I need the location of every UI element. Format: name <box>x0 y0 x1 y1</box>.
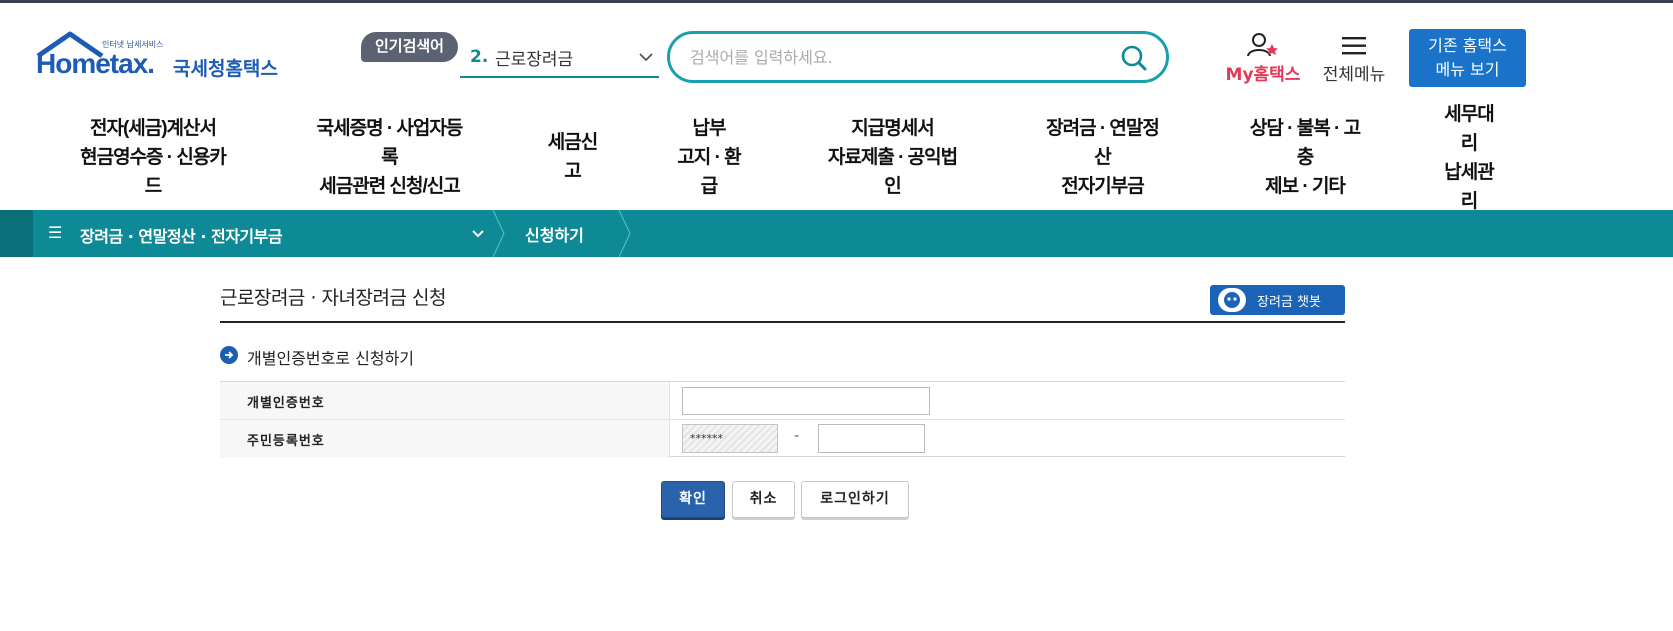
my-hometax-button[interactable]: My홈택스 <box>1220 32 1306 86</box>
breadcrumb-category[interactable]: 장려금 · 연말정산 · 전자기부금 <box>80 223 283 247</box>
menu-icon[interactable]: ☰ <box>48 223 62 242</box>
title-divider <box>220 321 1345 323</box>
popular-keyword-badge: 인기검색어 <box>361 32 458 62</box>
rrn-back-input[interactable] <box>818 424 925 453</box>
all-menu-label: 전체메뉴 <box>1322 65 1386 85</box>
arrow-circle-icon <box>220 346 238 364</box>
top-border <box>0 0 1673 3</box>
chevron-down-icon[interactable] <box>470 226 486 242</box>
cancel-button[interactable]: 취소 <box>732 481 795 518</box>
old-hometax-menu-button[interactable]: 기존 홈택스 메뉴 보기 <box>1409 29 1526 87</box>
breadcrumb-separator <box>492 210 505 257</box>
gnb-item-incentive[interactable]: 장려금 · 연말정 산 전자기부금 <box>1025 114 1180 201</box>
popular-keyword-select[interactable]: 2. 근로장려금 <box>460 40 659 78</box>
chevron-down-icon <box>639 53 653 62</box>
search-box <box>667 31 1169 83</box>
rrn-dash: - <box>794 428 800 444</box>
gnb-item-consult[interactable]: 상담 · 불복 · 고 충 제보 · 기타 <box>1225 114 1385 201</box>
all-menu-button[interactable]: 전체메뉴 <box>1318 32 1390 86</box>
confirm-button[interactable]: 확인 <box>661 481 725 518</box>
hometax-logo[interactable]: 인터넷 납세서비스 Hometax. 국세청홈택스 <box>36 30 286 90</box>
gnb-item-tax-report[interactable]: 세금신 고 <box>530 128 615 186</box>
form-label-cell: 개별인증번호 <box>220 382 670 419</box>
breadcrumb: ☰ 장려금 · 연말정산 · 전자기부금 신청하기 <box>0 210 1673 257</box>
main-navigation: 전자(세금)계산서 현금영수증 · 신용카 드 국세증명 · 사업자등 록 세금관련 신… <box>0 100 1673 212</box>
popular-rank: 2. <box>470 47 489 67</box>
search-icon[interactable] <box>1120 44 1148 72</box>
logo-brand-korean: 국세청홈택스 <box>173 58 278 80</box>
old-hometax-line1: 기존 홈택스 <box>1428 36 1507 55</box>
old-hometax-line2: 메뉴 보기 <box>1435 60 1500 79</box>
form-label-cell: 주민등록번호 <box>220 420 670 458</box>
chatbot-icon <box>1218 288 1246 312</box>
gnb-item-certificate[interactable]: 국세증명 · 사업자등 록 세금관련 신청/신고 <box>292 114 487 201</box>
popular-keyword: 근로장려금 <box>495 50 574 70</box>
gnb-item-payment-statement[interactable]: 지급명세서 자료제출 · 공익법 인 <box>805 114 980 201</box>
auth-number-input[interactable] <box>682 387 930 415</box>
auth-number-label: 개별인증번호 <box>247 396 325 411</box>
rrn-front-input: ****** <box>682 424 778 453</box>
chatbot-button[interactable]: 장려금 챗봇 <box>1210 285 1345 315</box>
gnb-item-tax-agent[interactable]: 세무대 리 납세관 리 <box>1425 100 1513 216</box>
hamburger-icon <box>1342 37 1366 55</box>
breadcrumb-current[interactable]: 신청하기 <box>525 222 584 246</box>
section-title: 개별인증번호로 신청하기 <box>247 349 415 368</box>
search-input[interactable] <box>690 44 1110 70</box>
form-row-rrn: 주민등록번호 ****** - <box>220 420 1345 458</box>
breadcrumb-edge <box>0 210 33 257</box>
gnb-item-payment[interactable]: 납부 고지 · 환급 <box>660 114 758 201</box>
user-icon <box>1247 33 1278 57</box>
page-title: 근로장려금 · 자녀장려금 신청 <box>220 287 446 309</box>
breadcrumb-separator <box>618 210 631 257</box>
login-button[interactable]: 로그인하기 <box>801 481 909 518</box>
my-hometax-label: My홈택스 <box>1225 65 1301 85</box>
form-row-auth-number: 개별인증번호 <box>220 382 1345 420</box>
chatbot-label: 장려금 챗봇 <box>1257 295 1321 310</box>
gnb-item-e-invoice[interactable]: 전자(세금)계산서 현금영수증 · 신용카 드 <box>58 114 248 201</box>
logo-brand: Hometax. <box>36 48 155 79</box>
application-form: 개별인증번호 주민등록번호 ****** - <box>220 381 1345 458</box>
rrn-label: 주민등록번호 <box>247 434 325 449</box>
